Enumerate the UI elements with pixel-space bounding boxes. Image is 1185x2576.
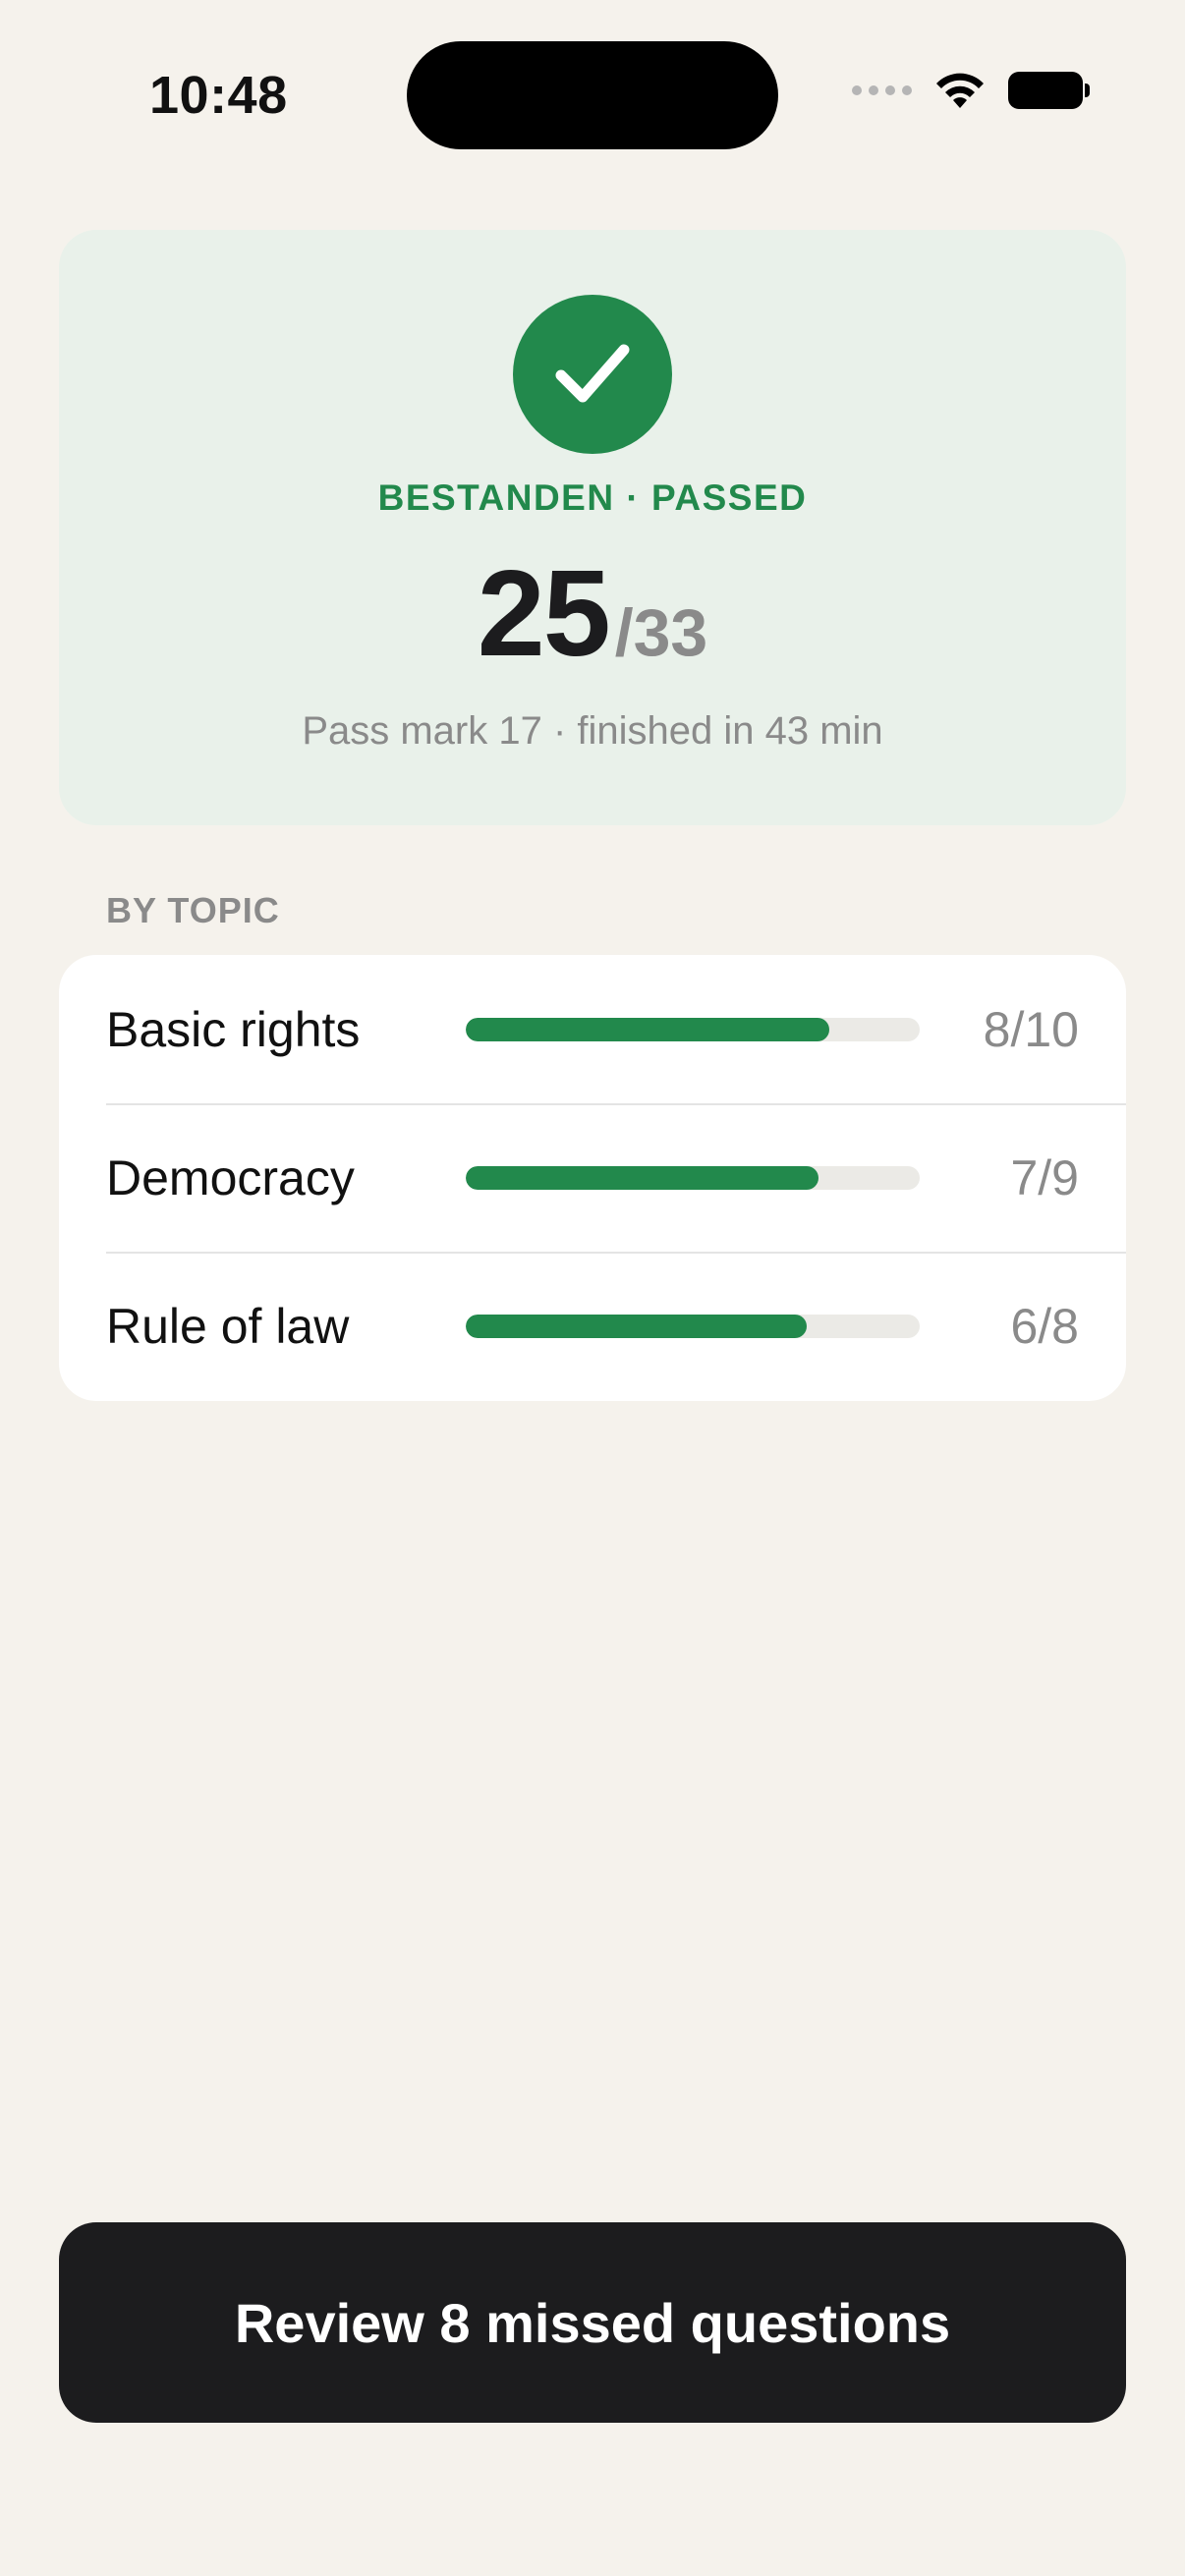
topic-list: Basic rights 8/10 Democracy 7/9 Rule of … xyxy=(59,955,1126,1401)
review-missed-questions-button[interactable]: Review 8 missed questions xyxy=(59,2222,1126,2423)
score-display: 25 /33 xyxy=(59,544,1126,684)
topic-progress-bar xyxy=(466,1165,920,1190)
status-indicators xyxy=(852,71,1090,110)
topic-score: 8/10 xyxy=(983,1001,1079,1057)
score-value: 25 xyxy=(477,546,611,682)
wifi-icon xyxy=(936,73,984,108)
result-card: BESTANDEN · PASSED 25 /33 Pass mark 17 ·… xyxy=(59,230,1126,825)
topic-row: Basic rights 8/10 xyxy=(59,955,1126,1103)
pass-status-label: BESTANDEN · PASSED xyxy=(377,477,808,518)
topic-score: 7/9 xyxy=(1010,1149,1079,1205)
checkmark-icon xyxy=(513,295,672,454)
topic-progress-fill xyxy=(466,1165,819,1190)
topic-progress-bar xyxy=(466,1017,920,1041)
status-time: 10:48 xyxy=(149,66,288,125)
topic-progress-bar xyxy=(466,1314,920,1338)
by-topic-header: BY TOPIC xyxy=(106,890,280,930)
topic-progress-fill xyxy=(466,1314,807,1338)
topic-row: Rule of law 6/8 xyxy=(59,1252,1126,1400)
topic-score: 6/8 xyxy=(1010,1298,1079,1354)
topic-name: Democracy xyxy=(106,1149,355,1205)
cellular-signal-icon xyxy=(852,85,912,95)
battery-icon xyxy=(1008,72,1090,109)
topic-progress-fill xyxy=(466,1017,829,1041)
topic-name: Rule of law xyxy=(106,1298,350,1354)
exam-result-screen: 10:48 BESTANDEN · PASSED 25 /33 Pass mar… xyxy=(0,0,1185,2576)
topic-row: Democracy 7/9 xyxy=(59,1103,1126,1252)
pass-mark-subtitle: Pass mark 17 · finished in 43 min xyxy=(302,709,883,753)
topic-name: Basic rights xyxy=(106,1001,361,1057)
score-total: /33 xyxy=(614,595,708,670)
dynamic-island xyxy=(407,41,778,149)
